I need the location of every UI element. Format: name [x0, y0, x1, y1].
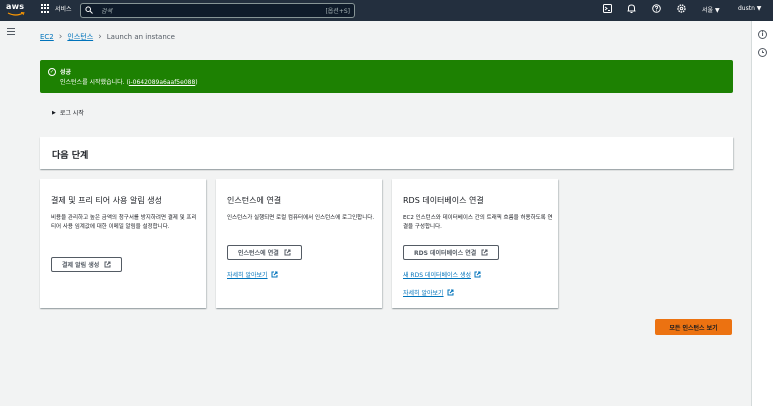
flash-message: 인스턴스를 시작했습니다. (i-0642089a6aaf5e088): [60, 79, 198, 86]
flash-title: 성공: [60, 69, 72, 76]
aws-logo[interactable]: aws: [6, 2, 28, 19]
create-billing-alert-button[interactable]: 결제 알림 생성: [51, 257, 123, 272]
services-label: 서비스: [55, 6, 72, 13]
search-bar[interactable]: 검색 [옵션+S]: [80, 3, 355, 18]
services-grid-icon: [41, 4, 50, 13]
external-link-icon: [474, 271, 481, 278]
rds-connect-card: RDS 데이터베이스 연결 EC2 인스턴스와 데이터베이스 간의 트래픽 흐름…: [392, 179, 558, 308]
breadcrumb-ec2[interactable]: EC2: [40, 33, 54, 41]
history-clock-icon[interactable]: [758, 48, 767, 57]
check-circle-icon: ✓: [48, 68, 56, 76]
connect-rds-button[interactable]: RDS 데이터베이스 연결: [403, 245, 500, 260]
region-selector[interactable]: 서울 ▼: [702, 5, 720, 14]
learn-more-link[interactable]: 자세히 알아보기: [403, 288, 454, 297]
notifications-bell-icon[interactable]: [627, 4, 636, 18]
help-icon[interactable]: [652, 4, 661, 17]
chevron-right-icon: ›: [98, 31, 102, 42]
services-menu[interactable]: 서비스: [41, 4, 72, 13]
connect-instance-card: 인스턴스에 연결 인스턴스가 실행되면 로컬 컴퓨터에서 인스턴스에 로그인합니…: [216, 179, 382, 308]
caret-right-icon: ▶: [52, 109, 56, 116]
external-link-icon: [447, 289, 454, 296]
user-menu[interactable]: dustn ▼: [738, 5, 761, 12]
cloudshell-icon[interactable]: [603, 4, 612, 17]
aws-smile-icon: [7, 12, 25, 16]
log-label: 로그 시작: [59, 110, 84, 117]
breadcrumb-current: Launch an instance: [106, 33, 175, 41]
create-rds-link[interactable]: 새 RDS 데이터베이스 생성: [403, 270, 481, 279]
card-description: 인스턴스가 실행되면 로컬 컴퓨터에서 인스턴스에 로그인합니다.: [227, 215, 375, 221]
next-steps-title: 다음 단계: [52, 151, 89, 161]
breadcrumb: EC2 › 인스턴스 › Launch an instance: [40, 32, 175, 42]
chevron-right-icon: ›: [58, 31, 63, 42]
search-shortcut: [옵션+S]: [325, 8, 350, 15]
info-icon[interactable]: i: [758, 30, 767, 39]
instance-id-link[interactable]: i-0642089a6aaf5e088: [129, 79, 195, 86]
menu-hamburger-icon[interactable]: [7, 28, 15, 35]
external-link-icon: [104, 261, 111, 268]
card-description: EC2 인스턴스와 데이터베이스 간의 트래픽 흐름을 허용하도록 연결을 구성…: [403, 215, 553, 230]
connect-instance-button[interactable]: 인스턴스에 연결: [227, 245, 302, 260]
next-steps-panel: 다음 단계: [40, 137, 733, 169]
breadcrumb-instances[interactable]: 인스턴스: [67, 32, 93, 42]
search-input[interactable]: 검색: [101, 6, 325, 15]
billing-alert-card: 결제 및 프리 티어 사용 알림 생성 비용을 관리하고 높은 금액의 청구서를…: [40, 179, 206, 308]
card-description: 비용을 관리하고 높은 금액의 청구서를 방지하려면 결제 및 프리 티어 사용…: [51, 215, 197, 230]
card-title: 인스턴스에 연결: [227, 196, 282, 205]
external-link-icon: [284, 249, 291, 256]
external-link-icon: [271, 271, 278, 278]
right-rail: i: [751, 21, 773, 406]
log-expander[interactable]: ▶ 로그 시작: [52, 108, 84, 118]
top-navigation: aws 서비스 검색 [옵션+S] 서울 ▼ dustn ▼: [0, 0, 773, 21]
search-icon: [85, 5, 97, 16]
learn-more-link[interactable]: 자세히 알아보기: [227, 270, 278, 279]
card-title: 결제 및 프리 티어 사용 알림 생성: [51, 196, 162, 205]
settings-gear-icon[interactable]: [677, 4, 686, 17]
success-flash-banner: ✓ 성공 인스턴스를 시작했습니다. (i-0642089a6aaf5e088): [40, 60, 733, 93]
external-link-icon: [481, 249, 488, 256]
card-title: RDS 데이터베이스 연결: [403, 196, 484, 205]
view-all-instances-button[interactable]: 모든 인스턴스 보기: [655, 319, 732, 335]
